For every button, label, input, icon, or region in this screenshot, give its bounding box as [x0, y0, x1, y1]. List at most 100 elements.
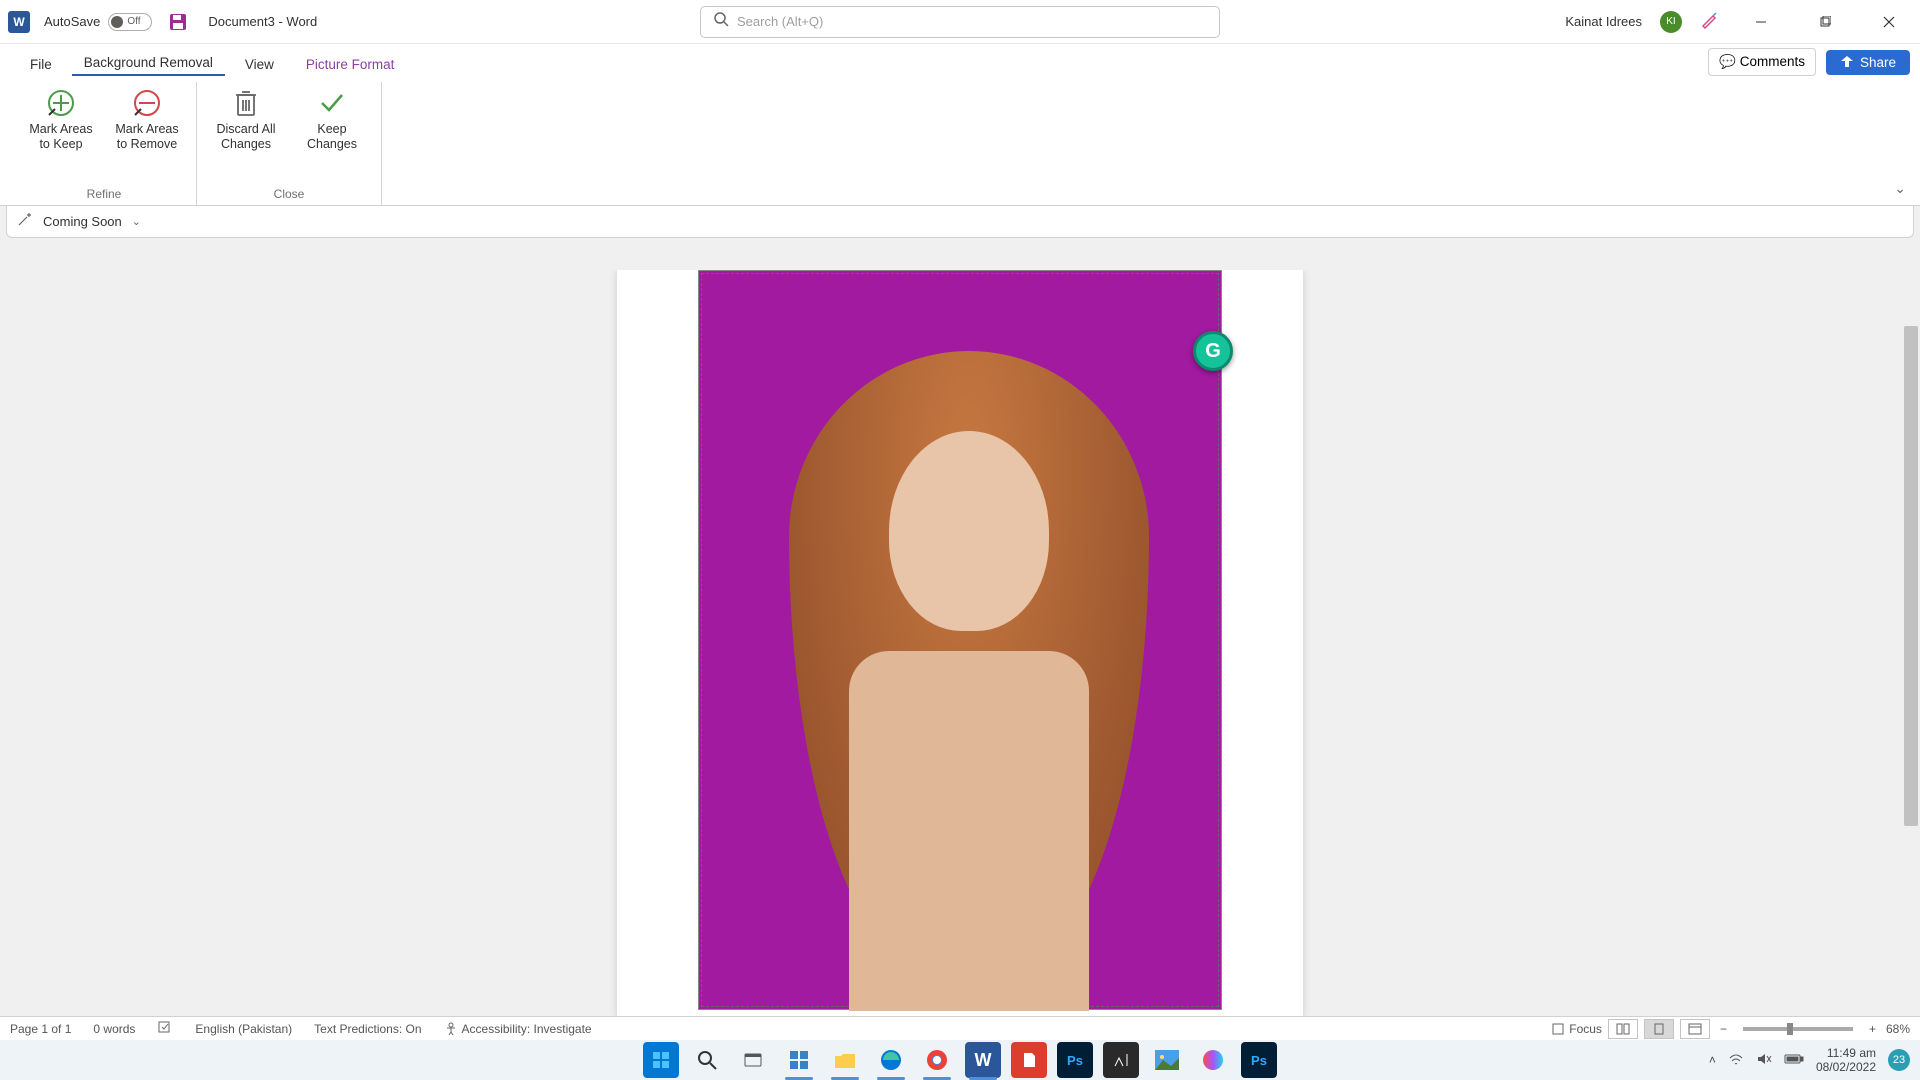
focus-label: Focus [1569, 1022, 1602, 1036]
taskbar-widgets[interactable] [781, 1042, 817, 1078]
search-placeholder: Search (Alt+Q) [737, 14, 823, 29]
trash-icon [232, 84, 260, 122]
mark-keep-l2: to Keep [39, 137, 82, 152]
status-right: Focus − + 68% [1551, 1019, 1910, 1039]
minimize-button[interactable] [1738, 6, 1784, 38]
title-bar: W AutoSave Off Document3 - Word Search (… [0, 0, 1920, 44]
quick-bar-dropdown[interactable]: ⌄ [132, 215, 141, 228]
discard-changes-button[interactable]: Discard All Changes [205, 82, 287, 154]
grammarly-badge[interactable]: G [1193, 331, 1233, 371]
status-predictions[interactable]: Text Predictions: On [314, 1022, 421, 1036]
notification-badge[interactable]: 23 [1888, 1049, 1910, 1071]
group-refine: Mark Areas to Keep Mark Areas to Remove … [12, 82, 197, 205]
autosave-state: Off [127, 16, 140, 27]
taskbar-edge[interactable] [873, 1042, 909, 1078]
quick-access-bar: Coming Soon ⌄ [6, 206, 1914, 238]
taskbar: W Ps Ps ˄ 11:49 am 08/02/2022 23 [0, 1040, 1920, 1080]
taskbar-acrobat[interactable] [1011, 1042, 1047, 1078]
wand-icon [17, 211, 33, 232]
print-layout-button[interactable] [1644, 1019, 1674, 1039]
status-words[interactable]: 0 words [93, 1022, 135, 1036]
status-language[interactable]: English (Pakistan) [195, 1022, 292, 1036]
status-page[interactable]: Page 1 of 1 [10, 1022, 71, 1036]
user-avatar[interactable]: KI [1660, 11, 1682, 33]
group-close-label: Close [274, 187, 305, 205]
zoom-value[interactable]: 68% [1886, 1022, 1910, 1036]
comments-button[interactable]: 💬 Comments [1708, 48, 1816, 76]
keep-changes-button[interactable]: Keep Changes [291, 82, 373, 154]
status-accessibility[interactable]: Accessibility: Investigate [462, 1022, 592, 1036]
discard-l2: Changes [221, 137, 271, 152]
taskbar-photoshop2[interactable]: Ps [1241, 1042, 1277, 1078]
collapse-ribbon-button[interactable]: ⌄ [1894, 180, 1906, 197]
vertical-scrollbar[interactable] [1902, 326, 1920, 1040]
search-box[interactable]: Search (Alt+Q) [700, 6, 1220, 38]
scroll-thumb[interactable] [1904, 326, 1918, 826]
accessibility-icon: Accessibility: Investigate [444, 1022, 592, 1036]
taskbar-items: W Ps Ps [643, 1042, 1277, 1078]
mark-remove-l1: Mark Areas [115, 122, 178, 137]
taskbar-search[interactable] [689, 1042, 725, 1078]
taskbar-app1[interactable] [1103, 1042, 1139, 1078]
tab-background-removal[interactable]: Background Removal [72, 49, 225, 76]
mark-areas-keep-button[interactable]: Mark Areas to Keep [20, 82, 102, 154]
selected-image[interactable]: G [698, 270, 1222, 1010]
pen-icon[interactable] [1700, 9, 1720, 34]
share-icon [1840, 55, 1854, 69]
zoom-out-button[interactable]: − [1716, 1022, 1731, 1036]
wifi-icon[interactable] [1728, 1052, 1744, 1069]
taskbar-photoshop[interactable]: Ps [1057, 1042, 1093, 1078]
battery-icon[interactable] [1784, 1053, 1804, 1068]
taskbar-chrome[interactable] [919, 1042, 955, 1078]
document-title: Document3 - Word [208, 14, 317, 29]
mark-remove-icon [131, 84, 163, 122]
clock[interactable]: 11:49 am 08/02/2022 [1816, 1046, 1876, 1075]
close-button[interactable] [1866, 6, 1912, 38]
status-bar: Page 1 of 1 0 words English (Pakistan) T… [0, 1016, 1920, 1040]
mark-areas-remove-button[interactable]: Mark Areas to Remove [106, 82, 188, 154]
task-view[interactable] [735, 1042, 771, 1078]
web-layout-button[interactable] [1680, 1019, 1710, 1039]
quick-bar-label: Coming Soon [43, 214, 122, 229]
tab-picture-format[interactable]: Picture Format [294, 51, 407, 76]
discard-l1: Discard All [216, 122, 275, 137]
ribbon-tabs: File Background Removal View Picture For… [0, 44, 1920, 76]
share-button[interactable]: Share [1826, 50, 1910, 75]
spellcheck-icon[interactable] [157, 1020, 173, 1037]
system-tray: ˄ 11:49 am 08/02/2022 23 [1709, 1046, 1910, 1075]
autosave-toggle[interactable]: Off [108, 13, 152, 31]
tab-file[interactable]: File [18, 51, 64, 76]
zoom-in-button[interactable]: + [1865, 1022, 1880, 1036]
tray-expand[interactable]: ˄ [1709, 1053, 1716, 1067]
taskbar-photos[interactable] [1149, 1042, 1185, 1078]
date: 08/02/2022 [1816, 1060, 1876, 1074]
group-close: Discard All Changes Keep Changes Close [197, 82, 382, 205]
toggle-knob [111, 16, 123, 28]
keep-l2: Changes [307, 137, 357, 152]
share-label: Share [1860, 55, 1896, 70]
maximize-button[interactable] [1802, 6, 1848, 38]
volume-icon[interactable] [1756, 1052, 1772, 1069]
taskbar-word[interactable]: W [965, 1042, 1001, 1078]
tab-right-actions: 💬 Comments Share [1708, 48, 1910, 76]
autosave-label: AutoSave [44, 14, 100, 29]
search-icon [713, 11, 729, 32]
zoom-slider[interactable] [1743, 1027, 1853, 1031]
read-mode-button[interactable] [1608, 1019, 1638, 1039]
mark-keep-icon [45, 84, 77, 122]
tab-view[interactable]: View [233, 51, 286, 76]
zoom-thumb[interactable] [1787, 1023, 1793, 1035]
taskbar-explorer[interactable] [827, 1042, 863, 1078]
ribbon-content: Mark Areas to Keep Mark Areas to Remove … [0, 76, 1920, 206]
mark-remove-l2: to Remove [117, 137, 177, 152]
user-name: Kainat Idrees [1565, 14, 1642, 29]
keep-l1: Keep [317, 122, 346, 137]
focus-icon[interactable]: Focus [1551, 1022, 1602, 1036]
start-button[interactable] [643, 1042, 679, 1078]
word-icon: W [8, 11, 30, 33]
mark-keep-l1: Mark Areas [29, 122, 92, 137]
image-subject [749, 351, 1173, 1011]
taskbar-cc[interactable] [1195, 1042, 1231, 1078]
time: 11:49 am [1816, 1046, 1876, 1060]
save-button[interactable] [166, 10, 190, 34]
